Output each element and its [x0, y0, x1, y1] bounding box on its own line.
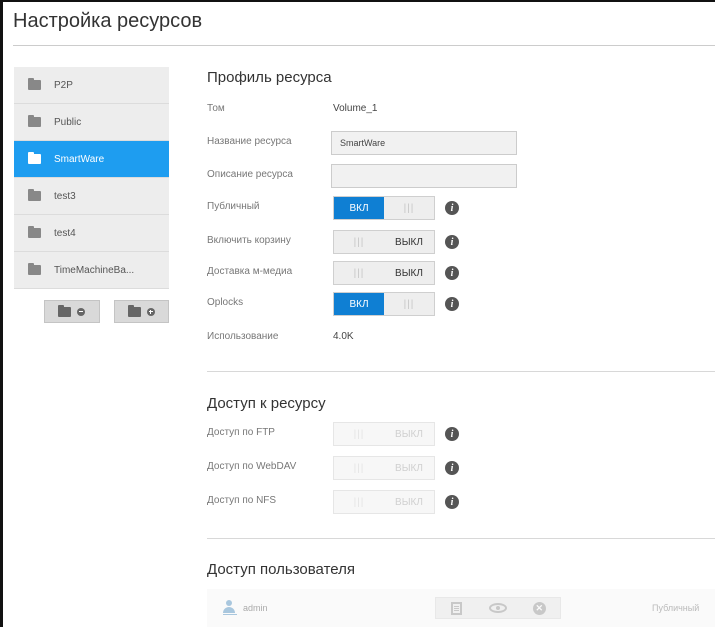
webdav-label: Доступ по WebDAV: [207, 461, 297, 472]
add-share-button[interactable]: [113, 300, 169, 323]
webdav-row: Доступ по WebDAV ||| ВЫКЛ i: [207, 456, 687, 480]
share-name-row: Название ресурса SmartWare: [207, 131, 687, 155]
remove-share-button[interactable]: [44, 300, 100, 323]
info-icon[interactable]: i: [445, 235, 459, 249]
usage-row: Использование 4.0K: [207, 326, 687, 350]
share-description-row: Описание ресурса: [207, 164, 687, 188]
no-access-icon: ✕: [532, 601, 546, 615]
public-toggle[interactable]: ВКЛ |||: [333, 196, 435, 220]
info-icon[interactable]: i: [445, 495, 459, 509]
public-label: Публичный: [207, 201, 260, 212]
folder-icon: [28, 189, 41, 201]
media-serving-toggle[interactable]: ||| ВЫКЛ: [333, 261, 435, 285]
share-access-heading: Доступ к ресурсу: [207, 395, 326, 412]
permission-selector: ✕: [435, 597, 561, 619]
info-icon[interactable]: i: [445, 297, 459, 311]
read-only-button[interactable]: [477, 598, 518, 618]
folder-icon: [28, 152, 41, 164]
usage-value: 4.0K: [333, 331, 354, 342]
toggle-handle: |||: [353, 267, 365, 279]
toggle-on-label: ВКЛ: [334, 293, 384, 315]
share-item-label: P2P: [54, 79, 73, 91]
toggle-handle: |||: [353, 496, 365, 508]
usage-label: Использование: [207, 331, 279, 342]
share-description-label: Описание ресурса: [207, 169, 293, 180]
nfs-label: Доступ по NFS: [207, 495, 277, 506]
folder-icon: [28, 263, 41, 275]
toggle-off-label: ВЫКЛ: [384, 491, 434, 513]
share-settings-panel: Профиль ресурса Том Volume_1 Название ре…: [207, 2, 715, 627]
oplocks-label: Oplocks: [207, 297, 244, 308]
info-icon[interactable]: i: [445, 427, 459, 441]
share-item-label: TimeMachineBa...: [54, 264, 135, 276]
toggle-handle: |||: [353, 236, 365, 248]
volume-row: Том Volume_1: [207, 98, 687, 122]
user-access-heading: Доступ пользователя: [207, 561, 355, 578]
toggle-off-label: ВЫКЛ: [384, 457, 434, 479]
user-name: admin: [243, 603, 268, 613]
volume-value: Volume_1: [333, 103, 378, 114]
share-item-p2p[interactable]: P2P: [14, 67, 169, 104]
media-serving-row: Доставка м-медиа ||| ВЫКЛ i: [207, 261, 687, 285]
info-icon[interactable]: i: [445, 201, 459, 215]
user-access-status: Публичный: [652, 603, 700, 613]
section-divider: [207, 371, 715, 372]
recycle-bin-toggle[interactable]: ||| ВЫКЛ: [333, 230, 435, 254]
share-actions: [14, 289, 169, 323]
ftp-toggle[interactable]: ||| ВЫКЛ: [333, 422, 435, 446]
info-icon[interactable]: i: [445, 461, 459, 475]
share-item-label: test3: [54, 190, 76, 202]
nfs-toggle[interactable]: ||| ВЫКЛ: [333, 490, 435, 514]
webdav-toggle[interactable]: ||| ВЫКЛ: [333, 456, 435, 480]
toggle-on-label: ВКЛ: [334, 197, 384, 219]
info-icon[interactable]: i: [445, 266, 459, 280]
share-item-label: Public: [54, 116, 82, 128]
recycle-bin-label: Включить корзину: [207, 235, 291, 246]
minus-circle-icon: [77, 307, 86, 316]
no-access-button[interactable]: ✕: [519, 598, 560, 618]
share-item-test4[interactable]: test4: [14, 215, 169, 252]
toggle-handle: |||: [403, 298, 415, 310]
user-icon: [223, 600, 237, 616]
window-frame: Настройка ресурсов P2P Public SmartWare …: [0, 0, 715, 627]
share-name-input[interactable]: SmartWare: [331, 131, 517, 155]
oplocks-toggle[interactable]: ВКЛ |||: [333, 292, 435, 316]
share-item-public[interactable]: Public: [14, 104, 169, 141]
read-write-icon: [451, 601, 463, 615]
share-item-test3[interactable]: test3: [14, 178, 169, 215]
folder-icon: [28, 115, 41, 127]
section-divider: [207, 538, 715, 539]
volume-label: Том: [207, 103, 225, 114]
recycle-bin-row: Включить корзину ||| ВЫКЛ i: [207, 230, 687, 254]
ftp-row: Доступ по FTP ||| ВЫКЛ i: [207, 422, 687, 446]
share-item-timemachine[interactable]: TimeMachineBa...: [14, 252, 169, 289]
toggle-handle: |||: [353, 428, 365, 440]
folder-icon: [127, 304, 141, 317]
page-title: Настройка ресурсов: [13, 10, 203, 32]
toggle-handle: |||: [403, 202, 415, 214]
read-write-button[interactable]: [436, 598, 477, 618]
share-list: P2P Public SmartWare test3 test4 TimeMac…: [14, 67, 169, 323]
public-row: Публичный ВКЛ ||| i: [207, 196, 687, 220]
folder-icon: [28, 78, 41, 90]
share-item-smartware[interactable]: SmartWare: [14, 141, 169, 178]
toggle-off-label: ВЫКЛ: [384, 262, 434, 284]
toggle-off-label: ВЫКЛ: [384, 231, 434, 253]
oplocks-row: Oplocks ВКЛ ||| i: [207, 292, 687, 316]
toggle-handle: |||: [353, 462, 365, 474]
toggle-off-label: ВЫКЛ: [384, 423, 434, 445]
ftp-label: Доступ по FTP: [207, 427, 275, 438]
read-only-icon: [488, 603, 507, 613]
nfs-row: Доступ по NFS ||| ВЫКЛ i: [207, 490, 687, 514]
folder-icon: [28, 226, 41, 238]
share-description-input[interactable]: [331, 164, 517, 188]
share-item-label: SmartWare: [54, 153, 105, 165]
share-name-label: Название ресурса: [207, 136, 292, 147]
user-access-row: admin ✕ Публичный: [207, 589, 715, 627]
share-item-label: test4: [54, 227, 76, 239]
media-serving-label: Доставка м-медиа: [207, 266, 293, 277]
folder-icon: [58, 304, 72, 317]
plus-circle-icon: [146, 307, 155, 316]
share-profile-heading: Профиль ресурса: [207, 69, 332, 86]
